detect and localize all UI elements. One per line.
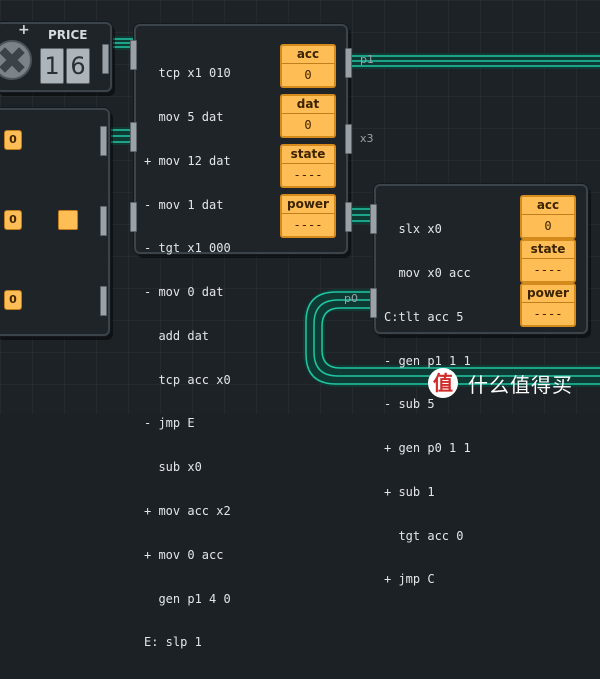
register-label: state [522,241,574,259]
code-line: + mov acc x2 [144,504,231,518]
register-label: acc [522,197,574,215]
code-line: - mov 1 dat [144,197,224,212]
controller-a-pin-left-2[interactable] [130,122,137,152]
controller-a-pin-p1[interactable] [345,48,352,78]
code-line: add dat [144,328,210,343]
controller-a-pin-x3[interactable] [345,124,352,154]
register-value: 0 [304,118,312,132]
controller-a-pin-left-3[interactable] [130,202,137,232]
digit-display-1[interactable]: 1 [40,48,64,84]
code-line: - sub 5 [384,397,435,412]
code-line: + gen p0 1 1 [384,441,471,456]
register-label: acc [282,46,334,64]
code-line: tgt acc 0 [384,528,464,543]
register-label: state [282,146,334,164]
register-value: ---- [293,218,323,232]
code-line: - gen p1 1 1 [384,353,471,368]
pin-label-p0: p0 [344,292,358,305]
code-line: sub x0 [144,460,202,475]
controller-a-pin-left-1[interactable] [130,40,137,70]
selector-chip-bottom[interactable]: 0 [4,290,22,310]
register-acc: acc 0 [520,195,576,239]
code-line: tcp x1 010 [144,66,231,81]
price-widget: + PRICE 1 6 [0,22,112,92]
selector-chip-top[interactable]: 0 [4,130,22,150]
register-label: power [522,285,574,303]
code-line: E: slp 1 [144,635,202,650]
multiplexer-block [58,210,78,230]
pin-label-x3: x3 [360,132,374,145]
register-state: state ---- [280,144,336,188]
watermark-text: 什么值得买 [468,372,573,397]
controller-b-pin-x0[interactable] [370,204,377,234]
digit-2: 6 [70,52,86,80]
register-value: 0 [544,219,552,233]
selector-pin-3[interactable] [100,286,107,316]
code-line: - tgt x1 000 [144,241,231,256]
register-power: power ---- [280,194,336,238]
register-power: power ---- [520,283,576,327]
selector-module: 0 0 0 [0,108,110,336]
code-line: C:tlt acc 5 [384,309,464,324]
watermark-logo-icon: 值 [428,368,458,398]
digit-display-2[interactable]: 6 [66,48,90,84]
register-value: ---- [293,168,323,182]
register-value: 0 [304,68,312,82]
code-line: - mov 0 dat [144,285,224,300]
controller-b: slx x0 mov x0 acc C:tlt acc 5 - gen p1 1… [370,184,588,586]
code-line: slx x0 [384,222,442,237]
code-line: gen p1 4 0 [144,591,231,606]
register-dat: dat 0 [280,94,336,138]
controller-a-pin-x2[interactable] [345,202,352,232]
code-line: + jmp C [384,572,435,587]
digit-1: 1 [44,52,60,80]
dial-knob[interactable] [0,40,32,80]
code-line: tcp acc x0 [144,372,231,387]
price-output-pin[interactable] [102,44,109,74]
price-label: PRICE [48,28,88,42]
controller-a: tcp x1 010 mov 5 dat + mov 12 dat - mov … [130,24,352,649]
wire-p1[interactable] [338,53,600,69]
register-value: ---- [533,307,563,321]
code-line: - jmp E [144,416,195,431]
watermark: 值 什么值得买 [428,368,573,398]
controller-b-pin-p0[interactable] [370,288,377,318]
register-state: state ---- [520,239,576,283]
register-value: ---- [533,263,563,277]
register-acc: acc 0 [280,44,336,88]
selector-pin-2[interactable] [100,206,107,236]
controller-b-code[interactable]: slx x0 mov x0 acc C:tlt acc 5 - gen p1 1… [384,193,471,616]
selector-chip-middle[interactable]: 0 [4,210,22,230]
code-line: mov x0 acc [384,265,471,280]
register-label: dat [282,96,334,114]
selector-pin-1[interactable] [100,126,107,156]
pin-label-p1: p1 [360,53,374,66]
code-line: + mov 0 acc [144,547,224,562]
code-line: + mov 12 dat [144,153,231,168]
code-line: + sub 1 [384,484,435,499]
plus-icon[interactable]: + [18,22,30,38]
controller-a-code[interactable]: tcp x1 010 mov 5 dat + mov 12 dat - mov … [144,37,231,679]
code-line: mov 5 dat [144,109,224,124]
register-label: power [282,196,334,214]
